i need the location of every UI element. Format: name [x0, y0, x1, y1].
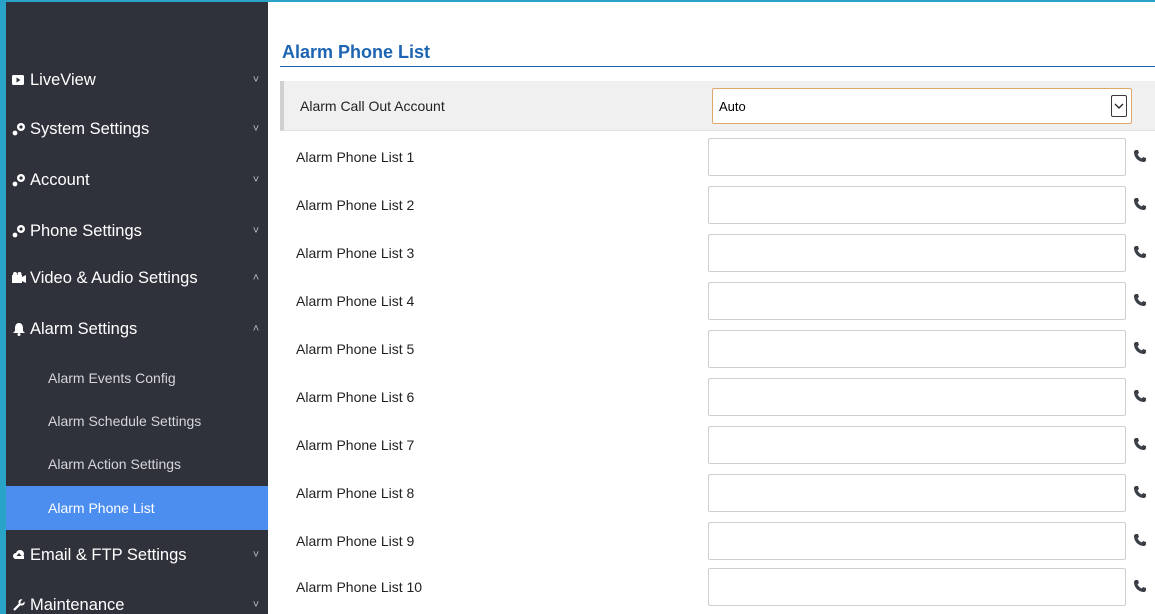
chevron-down-icon: ˅ [252, 549, 260, 561]
phone-list-label: Alarm Phone List 9 [296, 533, 415, 549]
phone-list-input[interactable] [708, 522, 1126, 560]
phone-list-label: Alarm Phone List 10 [296, 579, 423, 595]
phone-list-input[interactable] [708, 186, 1126, 224]
main-content: Alarm Phone List Alarm Call Out Account … [268, 2, 1155, 614]
sidebar-item-label: Phone Settings [30, 221, 142, 240]
phone-icon[interactable] [1133, 293, 1149, 309]
phone-list-input[interactable] [708, 426, 1126, 464]
chevron-up-icon: ˄ [252, 272, 260, 284]
phone-list-input[interactable] [708, 568, 1126, 606]
phone-list-row: Alarm Phone List 5 [280, 325, 1155, 373]
chevron-down-icon: ˅ [252, 74, 260, 86]
sidebar-item-label: System Settings [30, 119, 150, 138]
call-out-account-select[interactable]: Auto [712, 88, 1132, 124]
call-out-account-row: Alarm Call Out Account Auto [280, 81, 1155, 131]
call-out-account-label: Alarm Call Out Account [300, 97, 445, 114]
phone-icon[interactable] [1133, 197, 1149, 213]
phone-list-input[interactable] [708, 474, 1126, 512]
phone-list-input[interactable] [708, 330, 1126, 368]
chevron-down-icon[interactable] [1111, 95, 1127, 117]
phone-list-label: Alarm Phone List 2 [296, 197, 415, 213]
phone-icon[interactable] [1133, 149, 1149, 165]
sidebar-subitem-label: Alarm Action Settings [48, 456, 182, 472]
sidebar-item-phone-settings[interactable]: Phone Settings ˅ [6, 208, 268, 254]
call-out-account-value: Auto [719, 98, 746, 114]
phone-list-input[interactable] [708, 378, 1126, 416]
page-title: Alarm Phone List [282, 42, 431, 62]
phone-list-label: Alarm Phone List 5 [296, 341, 415, 357]
phone-list-input[interactable] [708, 234, 1126, 272]
chevron-down-icon: ˅ [252, 123, 260, 135]
phone-list-label: Alarm Phone List 7 [296, 437, 415, 453]
sidebar-item-email-ftp-settings[interactable]: Email & FTP Settings ˅ [6, 532, 268, 578]
phone-list-row: Alarm Phone List 4 [280, 277, 1155, 325]
phone-list-row: Alarm Phone List 8 [280, 469, 1155, 517]
phone-list-row: Alarm Phone List 9 [280, 517, 1155, 565]
phone-list-input[interactable] [708, 138, 1126, 176]
phone-list-row: Alarm Phone List 3 [280, 229, 1155, 277]
chevron-down-icon: ˅ [252, 599, 260, 611]
phone-icon[interactable] [1133, 341, 1149, 357]
phone-icon[interactable] [1133, 389, 1149, 405]
phone-list-label: Alarm Phone List 3 [296, 245, 415, 261]
sidebar-item-label: LiveView [30, 70, 96, 89]
sidebar-item-label: Email & FTP Settings [30, 545, 187, 564]
sidebar-item-alarm-settings[interactable]: Alarm Settings ˄ [6, 306, 268, 352]
phone-icon[interactable] [1133, 533, 1149, 549]
settings-icon [6, 224, 28, 238]
settings-icon [6, 173, 28, 187]
cloud-icon [6, 549, 28, 561]
chevron-down-icon: ˅ [252, 225, 260, 237]
phone-list-label: Alarm Phone List 1 [296, 149, 415, 165]
sidebar-item-account[interactable]: Account ˅ [6, 157, 268, 203]
sidebar-item-system-settings[interactable]: System Settings ˅ [6, 106, 268, 152]
phone-list-label: Alarm Phone List 4 [296, 293, 415, 309]
app-frame: LiveView ˅ System Settings ˅ Account ˅ P… [0, 0, 1155, 614]
phone-list-row: Alarm Phone List 6 [280, 373, 1155, 421]
phone-icon[interactable] [1133, 485, 1149, 501]
chevron-up-icon: ˄ [252, 323, 260, 335]
sidebar-item-label: Video & Audio Settings [30, 268, 198, 287]
phone-list-row: Alarm Phone List 7 [280, 421, 1155, 469]
sidebar-subitem-label: Alarm Phone List [48, 500, 155, 516]
sidebar-item-label: Alarm Settings [30, 319, 138, 338]
phone-list-row: Alarm Phone List 1 [280, 133, 1155, 181]
sidebar-subitem-alarm-schedule-settings[interactable]: Alarm Schedule Settings [6, 399, 268, 443]
sidebar-item-maintenance[interactable]: Maintenance ˅ [6, 582, 268, 614]
phone-icon[interactable] [1133, 437, 1149, 453]
phone-icon[interactable] [1133, 579, 1149, 595]
phone-list-input[interactable] [708, 282, 1126, 320]
camera-icon [6, 272, 28, 284]
phone-list-row: Alarm Phone List 2 [280, 181, 1155, 229]
sidebar-subitem-label: Alarm Schedule Settings [48, 413, 202, 429]
sidebar: LiveView ˅ System Settings ˅ Account ˅ P… [2, 2, 268, 614]
sidebar-subitem-alarm-phone-list[interactable]: Alarm Phone List [6, 486, 268, 530]
sidebar-item-label: Account [30, 170, 90, 189]
settings-icon [6, 122, 28, 136]
sidebar-item-liveview[interactable]: LiveView ˅ [6, 57, 268, 103]
sidebar-subitem-alarm-events-config[interactable]: Alarm Events Config [6, 356, 268, 400]
phone-list-row: Alarm Phone List 10 [280, 563, 1155, 611]
sidebar-item-label: Maintenance [30, 595, 125, 614]
sidebar-subitem-alarm-action-settings[interactable]: Alarm Action Settings [6, 442, 268, 486]
video-icon [6, 74, 28, 86]
sidebar-subitem-label: Alarm Events Config [48, 370, 176, 386]
bell-icon [6, 322, 28, 336]
chevron-down-icon: ˅ [252, 174, 260, 186]
title-divider [280, 66, 1155, 67]
phone-icon[interactable] [1133, 245, 1149, 261]
wrench-icon [6, 598, 28, 612]
sidebar-item-video-audio-settings[interactable]: Video & Audio Settings ˄ [6, 255, 268, 301]
phone-list-label: Alarm Phone List 8 [296, 485, 415, 501]
phone-list-label: Alarm Phone List 6 [296, 389, 415, 405]
